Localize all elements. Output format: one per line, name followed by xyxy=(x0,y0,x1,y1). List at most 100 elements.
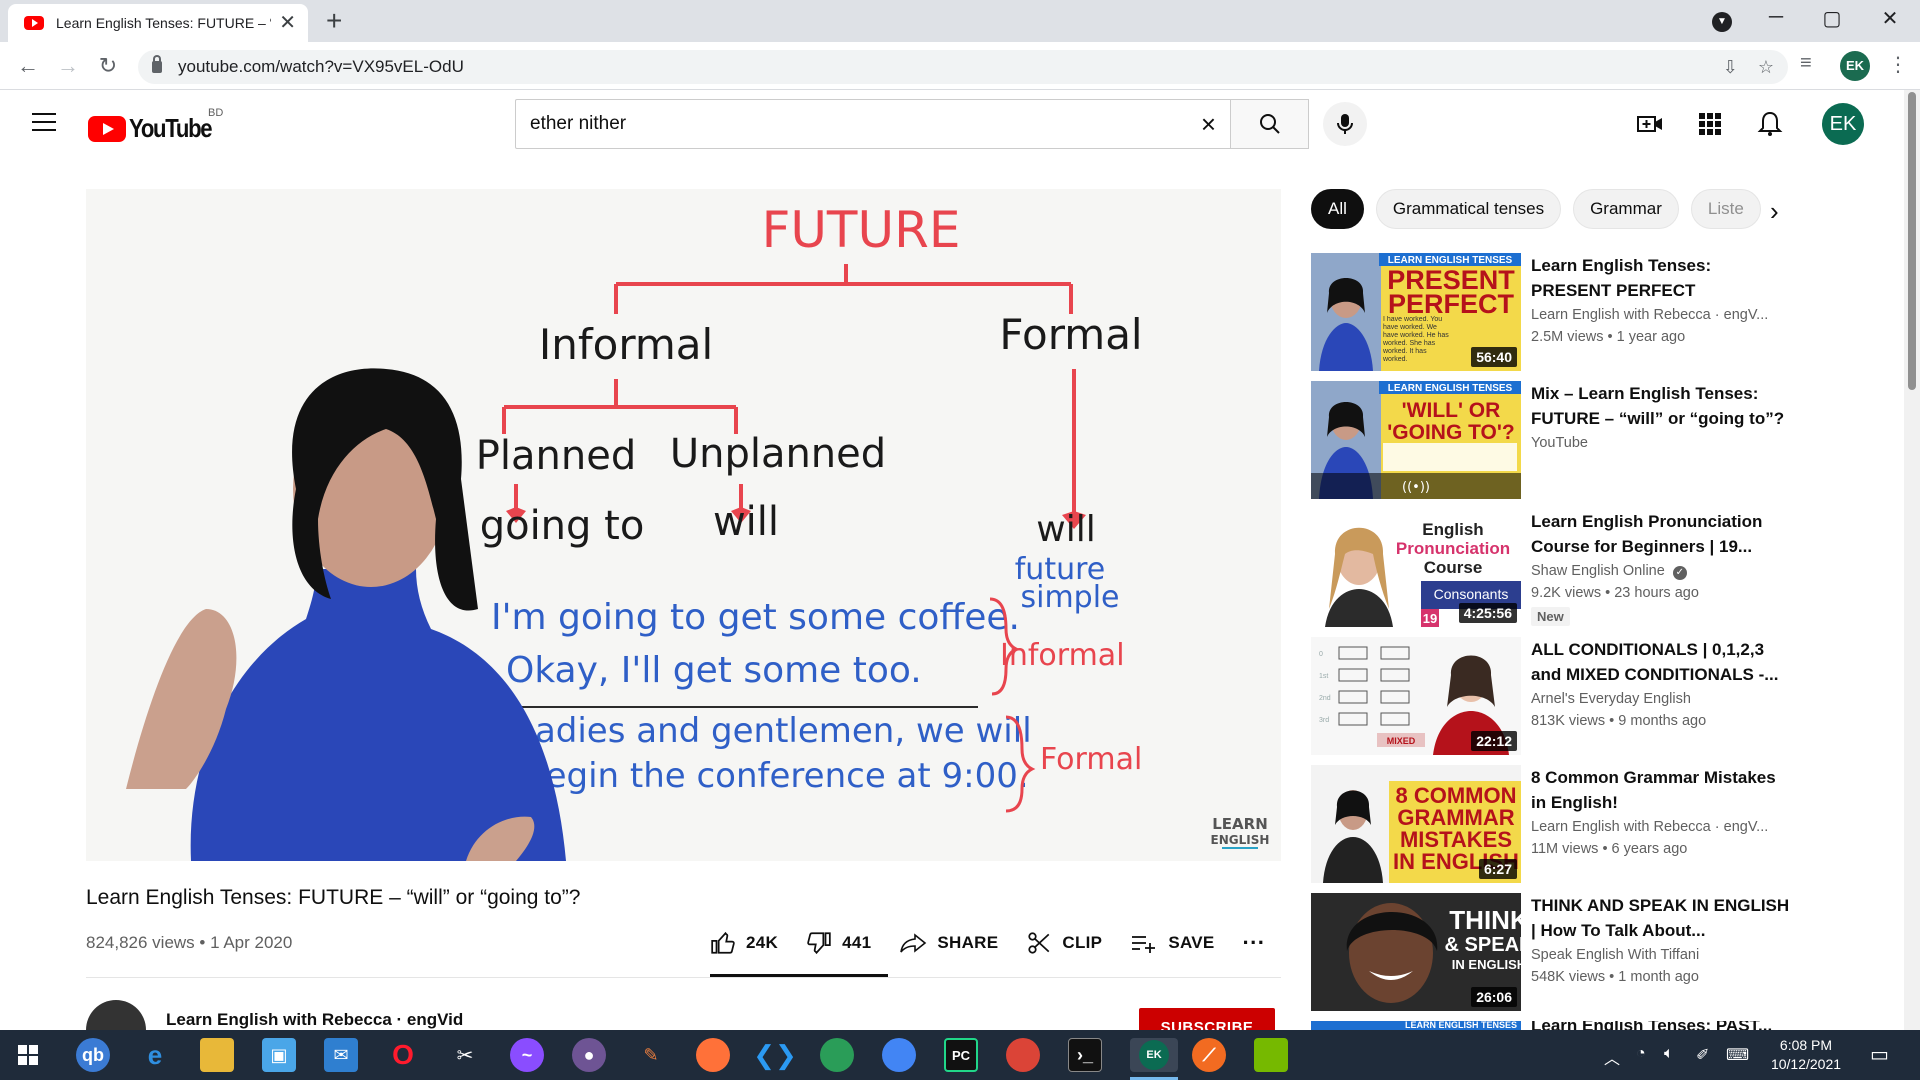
dislike-button[interactable]: 441 xyxy=(806,930,871,956)
paint-icon[interactable]: ✎ xyxy=(634,1038,668,1072)
recommendation-item[interactable]: 0 1st 2nd 3rd MIXED 22:12 ALL CONDITIONALS … xyxy=(1311,637,1791,755)
chrome-alt-icon[interactable] xyxy=(1006,1038,1040,1072)
search-button[interactable] xyxy=(1231,99,1309,149)
recommendation-item[interactable]: LEARN ENGLISH TENSES 'WILL' OR 'GOING TO… xyxy=(1311,381,1791,499)
rec-channel[interactable]: Shaw English Online ✓ xyxy=(1531,563,1791,580)
pen-icon[interactable]: ✐ xyxy=(1696,1045,1709,1065)
rec-title[interactable]: Learn English Tenses: PRESENT PERFECT xyxy=(1531,253,1791,303)
video-thumbnail[interactable]: 0 1st 2nd 3rd MIXED 22:12 xyxy=(1311,637,1521,755)
firefox-icon[interactable] xyxy=(696,1038,730,1072)
qbittorrent-icon[interactable]: qb xyxy=(76,1038,110,1072)
chip-grammar[interactable]: Grammar xyxy=(1573,189,1679,229)
save-button[interactable]: SAVE xyxy=(1130,930,1214,956)
rec-title[interactable]: Learn English Tenses: PAST... xyxy=(1531,1021,1791,1030)
mail-icon[interactable]: ✉ xyxy=(324,1038,358,1072)
apps-grid-icon[interactable] xyxy=(1696,110,1724,138)
create-video-icon[interactable] xyxy=(1636,110,1664,138)
lock-icon[interactable] xyxy=(152,55,162,73)
edge-dev-icon[interactable] xyxy=(820,1038,854,1072)
voice-search-button[interactable] xyxy=(1323,102,1367,146)
reload-button[interactable]: ↻ xyxy=(92,50,124,82)
rec-title[interactable]: Mix – Learn English Tenses: FUTURE – “wi… xyxy=(1531,381,1791,431)
install-app-icon[interactable]: ⇩ xyxy=(1723,57,1738,78)
keyboard-icon[interactable]: ⌨ xyxy=(1726,1045,1749,1065)
rec-channel[interactable]: Arnel's Everyday English xyxy=(1531,691,1791,707)
chip-all[interactable]: All xyxy=(1311,189,1364,229)
chrome-active-window[interactable]: EK xyxy=(1130,1038,1178,1072)
minimize-button[interactable]: ─ xyxy=(1756,6,1796,29)
guide-menu-icon[interactable] xyxy=(32,113,56,131)
new-tab-button[interactable]: + xyxy=(326,6,342,36)
share-button[interactable]: SHARE xyxy=(899,930,998,956)
close-window-button[interactable]: ✕ xyxy=(1870,6,1910,31)
account-avatar[interactable]: EK xyxy=(1822,103,1864,145)
taskbar-clock[interactable]: 6:08 PM 10/12/2021 xyxy=(1766,1036,1846,1074)
rec-title[interactable]: ALL CONDITIONALS | 0,1,2,3 and MIXED CON… xyxy=(1531,637,1791,687)
recommendation-item[interactable]: English Pronunciation Course Consonants … xyxy=(1311,509,1791,627)
tab-close-icon[interactable]: ✕ xyxy=(279,13,296,33)
chrome-menu-icon[interactable]: ⋮ xyxy=(1888,52,1908,77)
notifications-center-icon[interactable]: ▭ xyxy=(1870,1042,1889,1067)
github-icon[interactable]: ● xyxy=(572,1038,606,1072)
pycharm-icon[interactable]: PC xyxy=(944,1038,978,1072)
opera-icon[interactable]: O xyxy=(386,1038,420,1072)
back-button[interactable]: ← xyxy=(12,50,44,82)
rec-channel[interactable]: Learn English with Rebecca · engV... xyxy=(1531,307,1791,323)
video-thumbnail[interactable]: THINK & SPEAK IN ENGLISH 26:06 xyxy=(1311,893,1521,1011)
video-thumbnail[interactable]: LEARN ENGLISH TENSES PRESENT PERFECT I h… xyxy=(1311,253,1521,371)
messenger-icon[interactable]: ~ xyxy=(510,1038,544,1072)
postman-icon[interactable]: ⟋ xyxy=(1192,1038,1226,1072)
tab-search-icon[interactable]: ▼ xyxy=(1712,12,1732,32)
address-bar[interactable]: youtube.com/watch?v=VX95vEL-OdU ⇩ ☆ xyxy=(138,50,1788,84)
recommendation-item[interactable]: LEARN ENGLISH TENSES PRESENT PERFECT I h… xyxy=(1311,253,1791,371)
snipping-tool-icon[interactable]: ✂ xyxy=(448,1038,482,1072)
notifications-bell-icon[interactable] xyxy=(1756,110,1784,138)
rec-channel[interactable]: Learn English with Rebecca · engV... xyxy=(1531,819,1791,835)
rec-title[interactable]: THINK AND SPEAK IN ENGLISH | How To Talk… xyxy=(1531,893,1791,943)
rec-channel-name[interactable]: Shaw English Online xyxy=(1531,563,1665,579)
chip-listening[interactable]: Liste xyxy=(1690,189,1761,229)
chevron-right-icon[interactable]: › xyxy=(1770,196,1779,227)
nvidia-icon[interactable] xyxy=(1254,1038,1288,1072)
video-thumbnail[interactable]: 8 COMMON GRAMMAR MISTAKES IN ENGLISH 6:2… xyxy=(1311,765,1521,883)
clear-search-icon[interactable]: × xyxy=(1201,109,1216,140)
clip-button[interactable]: CLIP xyxy=(1026,930,1102,956)
video-player[interactable]: FUTURE Informal Formal Planned Unplanned… xyxy=(86,189,1281,861)
video-thumbnail[interactable]: English Pronunciation Course Consonants … xyxy=(1311,509,1521,627)
store-icon[interactable]: ▣ xyxy=(262,1038,296,1072)
windows-start-icon[interactable] xyxy=(18,1045,38,1065)
terminal-icon[interactable]: ›_ xyxy=(1068,1038,1102,1072)
recommendation-item[interactable]: THINK & SPEAK IN ENGLISH 26:06 THINK AND… xyxy=(1311,893,1791,1011)
rec-channel[interactable]: Speak English With Tiffani xyxy=(1531,947,1791,963)
wifi-icon[interactable]: ◔ xyxy=(1636,1045,1646,1063)
scrollbar-thumb[interactable] xyxy=(1908,92,1916,390)
file-explorer-icon[interactable] xyxy=(200,1038,234,1072)
browser-tab-active[interactable]: Learn English Tenses: FUTURE – “will” or… xyxy=(8,4,308,42)
bookmark-star-icon[interactable]: ☆ xyxy=(1758,57,1774,78)
show-hidden-icons-chevron-icon[interactable]: ︿ xyxy=(1604,1045,1620,1069)
page-scrollbar[interactable] xyxy=(1904,90,1920,1030)
vscode-icon[interactable]: ❮❯ xyxy=(753,1038,797,1072)
video-thumbnail[interactable]: LEARN ENGLISH TENSES 'WILL' OR 'GOING TO… xyxy=(1311,381,1521,499)
video-thumbnail[interactable]: LEARN ENGLISH TENSES xyxy=(1311,1021,1521,1030)
rec-title[interactable]: 8 Common Grammar Mistakes in English! xyxy=(1531,765,1791,815)
media-control-icon[interactable]: ≡ xyxy=(1800,52,1812,75)
recommendation-item[interactable]: 8 COMMON GRAMMAR MISTAKES IN ENGLISH 6:2… xyxy=(1311,765,1791,883)
more-actions-button[interactable]: ··· xyxy=(1243,930,1266,956)
chrome-profile-avatar[interactable]: EK xyxy=(1840,51,1870,81)
recommendation-item[interactable]: LEARN ENGLISH TENSES Learn English Tense… xyxy=(1311,1021,1791,1030)
chrome-icon[interactable] xyxy=(882,1038,916,1072)
chip-grammatical-tenses[interactable]: Grammatical tenses xyxy=(1375,189,1562,229)
channel-name[interactable]: Learn English with Rebecca · engVid xyxy=(166,1010,463,1030)
volume-icon[interactable]: 🔈︎ xyxy=(1664,1045,1674,1063)
search-query-text[interactable]: ether nither xyxy=(530,113,1201,135)
url-text[interactable]: youtube.com/watch?v=VX95vEL-OdU xyxy=(178,57,1703,77)
rec-channel[interactable]: YouTube xyxy=(1531,435,1791,451)
rec-title[interactable]: Learn English Pronunciation Course for B… xyxy=(1531,509,1791,559)
youtube-logo[interactable]: YouTube BD xyxy=(88,107,226,144)
forward-button[interactable]: → xyxy=(52,50,84,82)
maximize-button[interactable]: ▢ xyxy=(1812,6,1852,31)
like-button[interactable]: 24K xyxy=(710,930,778,956)
edge-icon[interactable]: e xyxy=(138,1038,172,1072)
search-input[interactable]: ether nither × xyxy=(515,99,1231,149)
